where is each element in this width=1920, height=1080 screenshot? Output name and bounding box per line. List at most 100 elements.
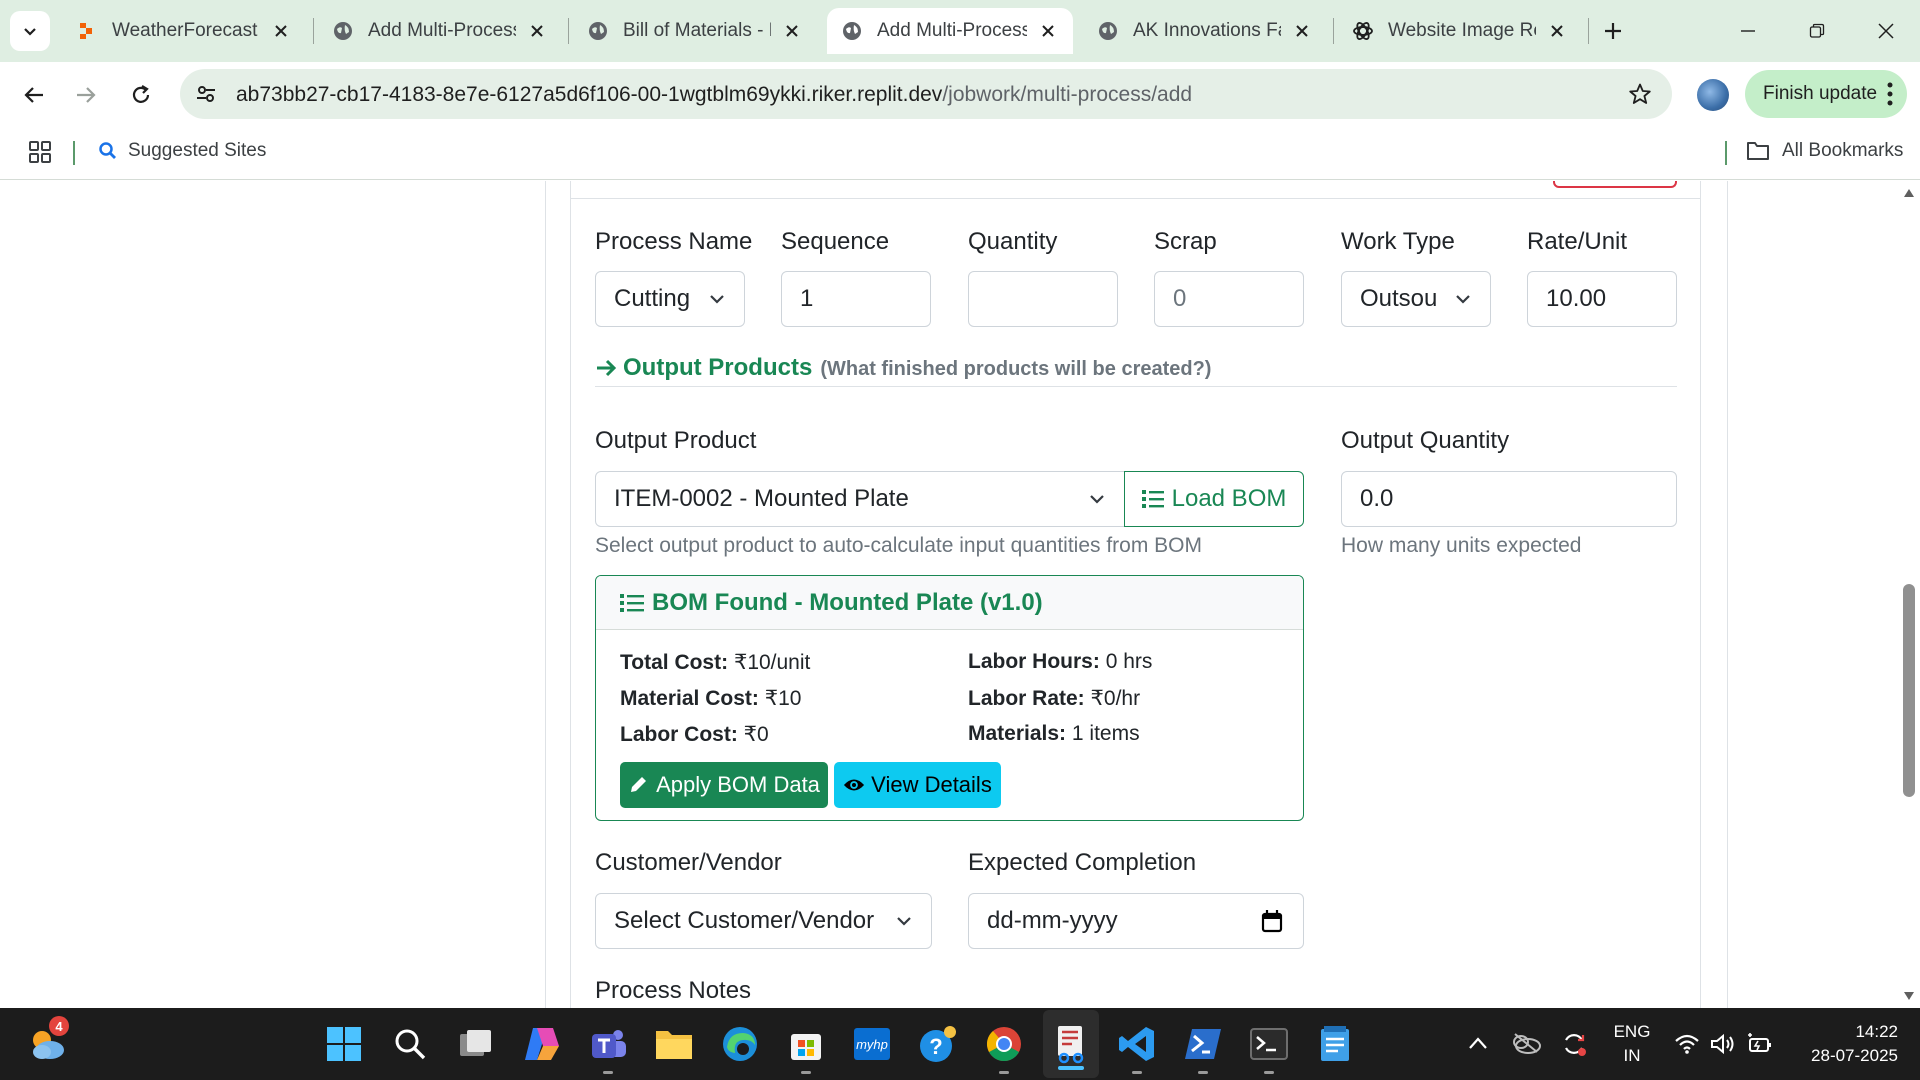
folder-icon [656, 1031, 692, 1059]
apps-grid-icon[interactable] [28, 140, 52, 164]
restore-button[interactable] [1800, 14, 1834, 48]
windows-taskbar: myhp ? ENG IN 14:22 28-07-2025 [0, 1008, 1920, 1080]
notepad-icon [1321, 1026, 1349, 1061]
task-view-icon [460, 1030, 491, 1056]
scrap-input[interactable]: 0 [1154, 271, 1304, 327]
arrow-right-icon [597, 359, 617, 377]
battery-icon[interactable] [1746, 1033, 1772, 1055]
close-icon[interactable] [1037, 20, 1059, 42]
reload-button[interactable] [124, 78, 158, 112]
load-bom-button[interactable]: Load BOM [1124, 471, 1304, 527]
section-divider [595, 386, 1677, 387]
vscode-app[interactable] [1115, 1022, 1159, 1074]
tab-title: Website Image Rec [1388, 20, 1536, 41]
minimize-button[interactable] [1731, 14, 1765, 48]
bom-labor-hours-value: 0 hrs [1105, 650, 1153, 673]
show-hidden-icons-icon[interactable] [1468, 1036, 1488, 1050]
powershell-app[interactable] [1181, 1022, 1225, 1074]
page-scrollbar[interactable] [1898, 181, 1920, 1008]
scroll-down-icon[interactable] [1904, 992, 1914, 1000]
work-type-label: Work Type [1341, 228, 1455, 255]
volume-icon[interactable] [1710, 1033, 1736, 1055]
output-quantity-help: How many units expected [1341, 534, 1582, 557]
work-type-select[interactable]: Outsou [1341, 271, 1491, 327]
rate-unit-input[interactable]: 10.00 [1527, 271, 1677, 327]
teams-icon [592, 1030, 626, 1058]
tab-bill-of-materials[interactable]: Bill of Materials - F [573, 8, 817, 54]
vscode-icon [1119, 1027, 1154, 1061]
process-name-select[interactable]: Cutting [595, 271, 745, 327]
scrap-label: Scrap [1154, 228, 1217, 255]
terminal-app[interactable] [1247, 1022, 1291, 1074]
close-window-button[interactable] [1869, 14, 1903, 48]
tab-website-image-rec[interactable]: Website Image Rec [1338, 8, 1582, 54]
profile-avatar[interactable] [1697, 79, 1729, 111]
output-product-select[interactable]: ITEM-0002 - Mounted Plate [595, 471, 1125, 527]
sequence-input[interactable]: 1 [781, 271, 931, 327]
list-icon [620, 593, 644, 612]
new-tab-button[interactable] [1596, 14, 1630, 48]
notepad-app[interactable] [1313, 1022, 1357, 1066]
chevron-down-icon [710, 295, 724, 304]
output-product-label: Output Product [595, 427, 757, 454]
globe-icon [587, 20, 609, 42]
chrome-app[interactable] [982, 1022, 1026, 1074]
scroll-up-icon[interactable] [1904, 189, 1914, 197]
myhp-app[interactable]: myhp [850, 1022, 894, 1066]
finish-update-button[interactable]: Finish update [1745, 70, 1907, 118]
task-view-button[interactable] [454, 1022, 498, 1066]
sync-icon[interactable] [1560, 1030, 1588, 1058]
expected-completion-input[interactable]: dd-mm-yyyy [968, 893, 1304, 949]
teams-app[interactable] [586, 1022, 630, 1074]
quantity-input[interactable] [968, 271, 1118, 327]
snipping-tool-app[interactable] [1049, 1022, 1093, 1066]
forward-button[interactable] [69, 78, 103, 112]
help-icon: ? [920, 1026, 956, 1062]
clock[interactable]: 14:22 28-07-2025 [1790, 1022, 1898, 1066]
eye-icon [844, 779, 865, 791]
output-product-value: ITEM-0002 - Mounted Plate [614, 485, 909, 512]
calendar-icon[interactable] [1261, 909, 1283, 933]
tab-search-button[interactable] [10, 11, 50, 51]
all-bookmarks-button[interactable]: All Bookmarks [1746, 140, 1903, 162]
close-icon[interactable] [526, 20, 548, 42]
chrome-icon [986, 1027, 1021, 1061]
process-name-value: Cutting [614, 285, 691, 312]
copilot-app[interactable] [520, 1022, 564, 1066]
store-app[interactable] [784, 1022, 828, 1074]
site-info-icon[interactable] [194, 82, 218, 106]
file-explorer-app[interactable] [652, 1022, 696, 1066]
output-quantity-input[interactable]: 0.0 [1341, 471, 1677, 527]
globe-icon [841, 20, 863, 42]
view-details-button[interactable]: View Details [834, 762, 1001, 808]
tab-weatherforecast[interactable]: WeatherForecast - [62, 8, 306, 54]
back-button[interactable] [17, 78, 51, 112]
taskbar-search-button[interactable] [388, 1022, 432, 1066]
customer-vendor-select[interactable]: Select Customer/Vendor [595, 893, 932, 949]
close-icon[interactable] [270, 20, 292, 42]
get-help-app[interactable]: ? [916, 1022, 960, 1066]
language-indicator[interactable]: ENG IN [1610, 1022, 1654, 1066]
close-icon[interactable] [1291, 20, 1313, 42]
scrollbar-thumb[interactable] [1903, 584, 1915, 797]
onedrive-icon[interactable] [1511, 1032, 1541, 1054]
start-button[interactable] [322, 1022, 366, 1066]
reload-icon [132, 85, 150, 103]
plus-icon [1605, 23, 1621, 39]
bom-total-cost: Total Cost: ₹10/unit [620, 650, 810, 675]
address-bar[interactable]: ab73bb27-cb17-4183-8e7e-6127a5d6f106-00-… [180, 69, 1672, 119]
tab-add-multi-process-active[interactable]: Add Multi-Process [827, 8, 1073, 54]
remove-process-button[interactable] [1553, 181, 1677, 188]
tab-ak-innovations[interactable]: AK Innovations Fac [1083, 8, 1327, 54]
url-host: ab73bb27-cb17-4183-8e7e-6127a5d6f106-00-… [236, 83, 943, 106]
bookmark-star-icon[interactable] [1628, 82, 1652, 106]
suggested-sites-bookmark[interactable]: Suggested Sites [98, 140, 266, 162]
wifi-icon[interactable] [1674, 1034, 1700, 1054]
edge-app[interactable] [718, 1022, 762, 1066]
close-icon[interactable] [1546, 20, 1568, 42]
tab-add-multi-process-1[interactable]: Add Multi-Process [318, 8, 562, 54]
bom-material-cost-key: Material Cost: [620, 687, 759, 710]
close-icon[interactable] [781, 20, 803, 42]
bom-found-header: BOM Found - Mounted Plate (v1.0) [596, 576, 1303, 630]
apply-bom-data-button[interactable]: Apply BOM Data [620, 762, 828, 808]
